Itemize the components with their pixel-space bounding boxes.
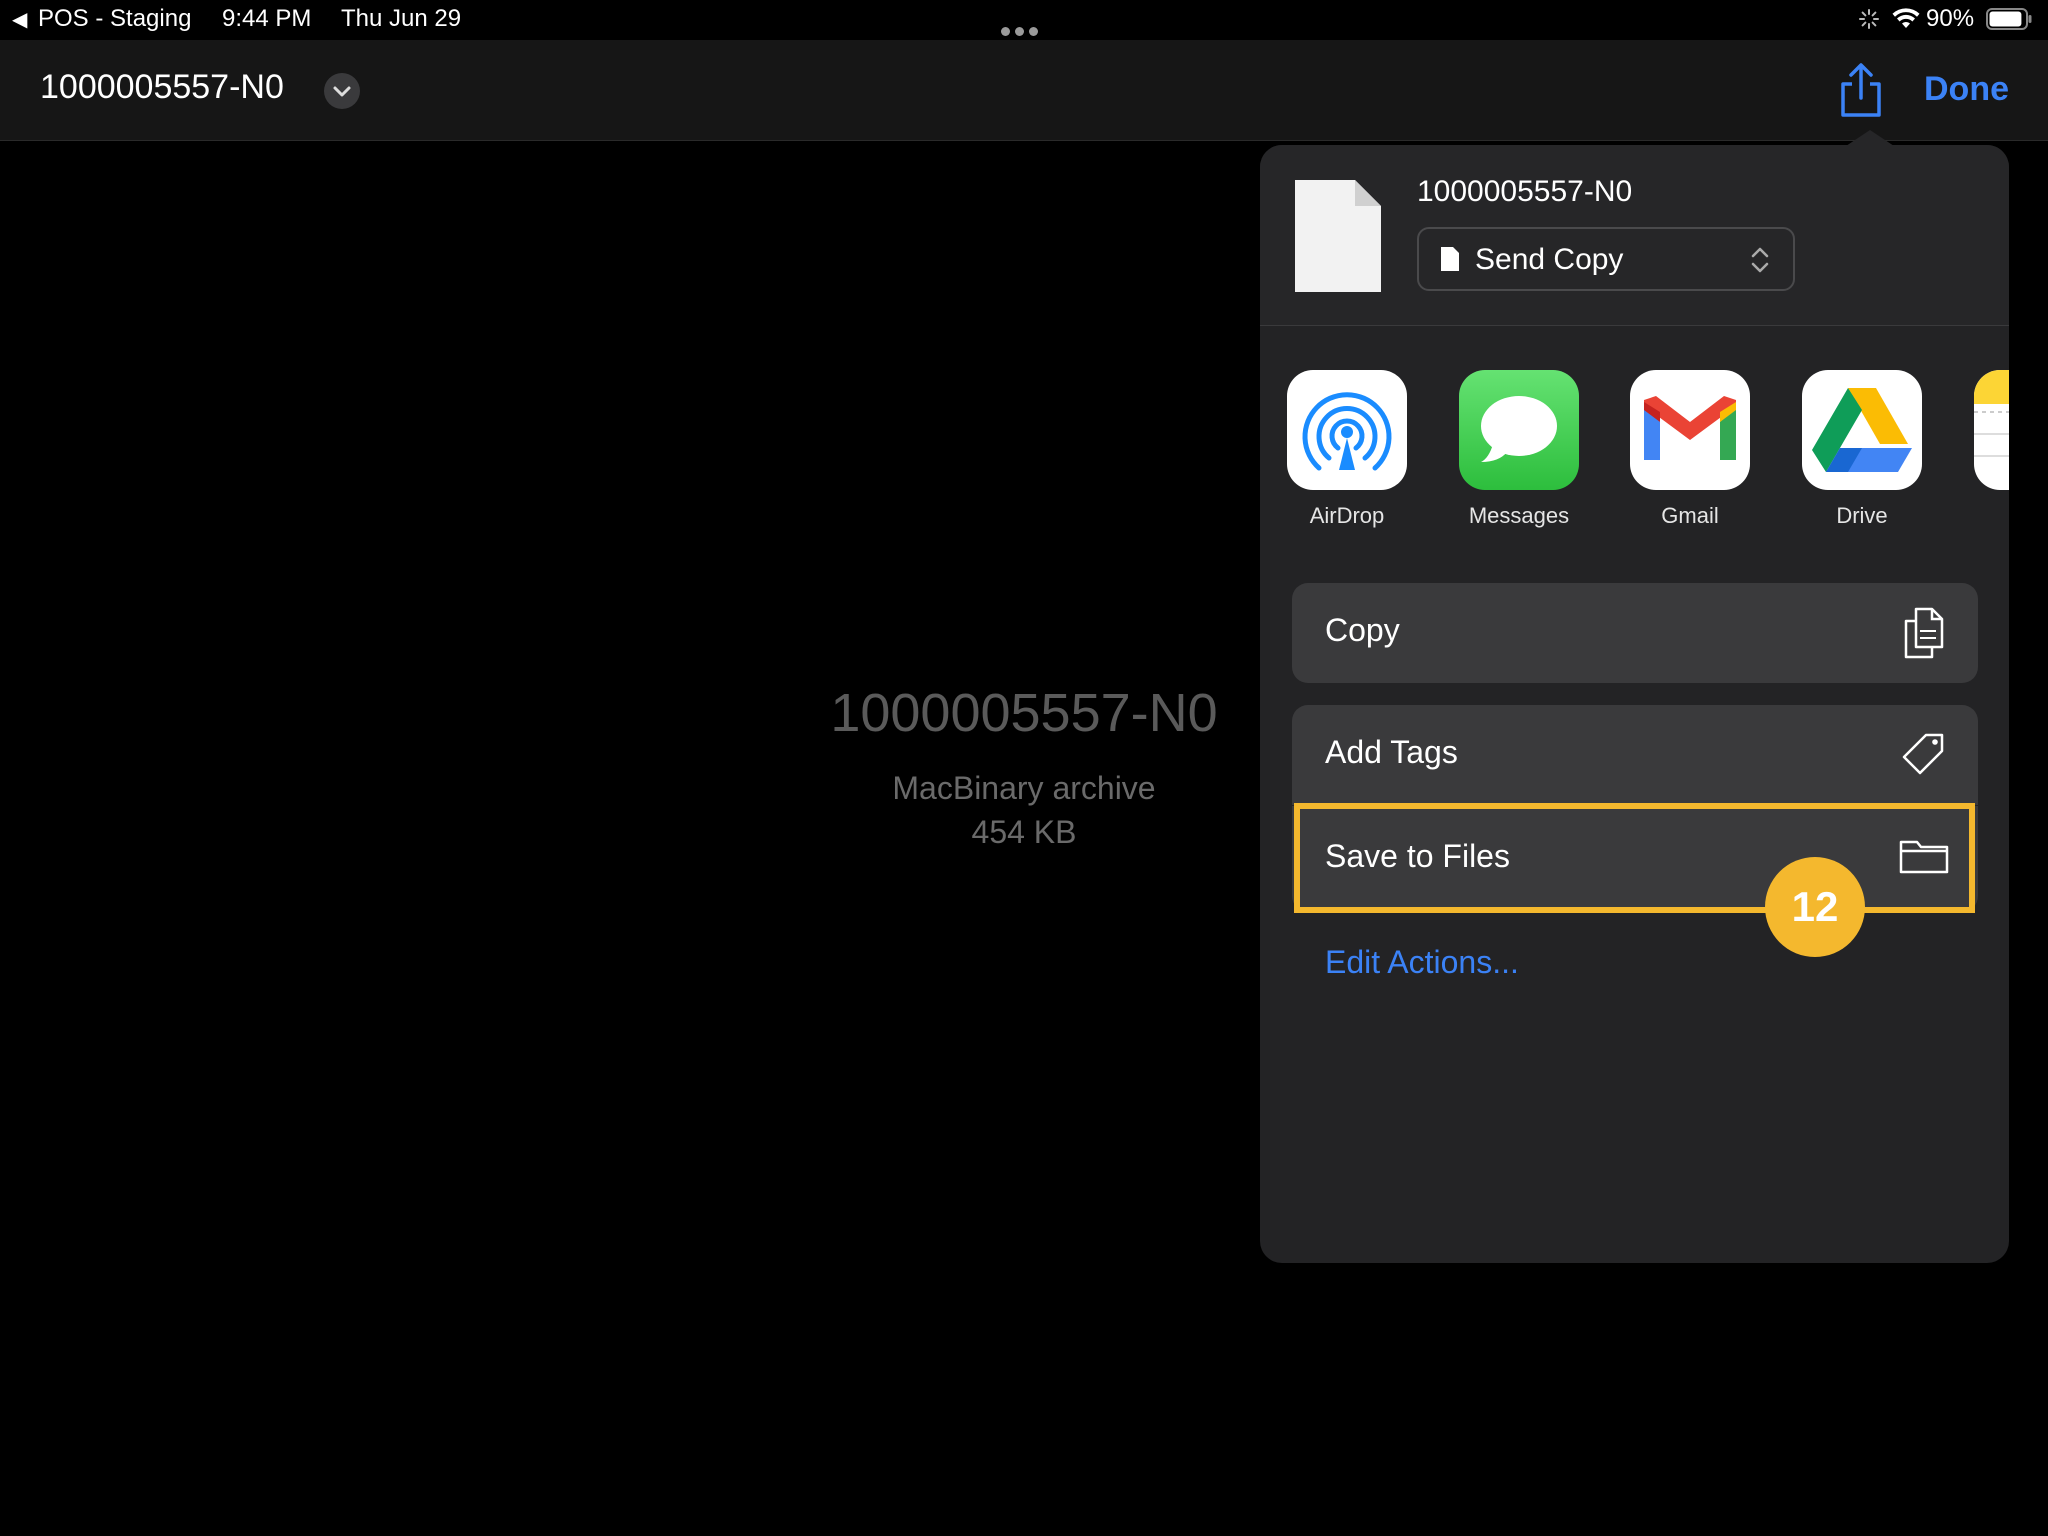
app-name: AirDrop [1309,503,1385,528]
app-notes[interactable]: N [1947,370,2009,530]
tag-icon [1902,733,1944,775]
action-label: Copy [1325,612,1400,648]
app-name: Drive [1836,503,1888,528]
action-label: Add Tags [1325,734,1458,770]
messages-icon[interactable] [1459,370,1579,490]
send-mode-label: Send Copy [1475,243,1624,276]
share-icon[interactable] [1836,62,1886,118]
file-thumbnail-icon [1295,180,1381,292]
status-time: 9:44 PM [222,5,312,32]
preview-file-kind: MacBinary archive [892,770,1156,806]
document-icon [1441,247,1459,271]
back-to-app-label[interactable]: POS - Staging [38,5,191,33]
activity-spinner-icon [1859,9,1879,29]
app-name: Gmail [1661,503,1719,528]
step-number-badge: 12 [1765,857,1865,957]
drive-icon[interactable] [1802,370,1922,490]
battery-percent: 90% [1926,5,1975,32]
app-name: Messages [1468,503,1570,528]
app-gmail[interactable]: Gmail [1603,370,1753,530]
edit-actions-link[interactable]: Edit Actions... [1325,944,1519,981]
copy-icon [1904,607,1944,659]
preview-file-size: 454 KB [971,814,1077,850]
wifi-icon [1892,8,1920,28]
app-airdrop[interactable]: AirDrop [1260,370,1410,530]
share-sheet-header: 1000005557-N0 Send Copy [1260,145,2009,326]
app-name: N [1947,503,2009,529]
done-button[interactable]: Done [1924,70,2009,109]
notes-icon[interactable] [1974,370,2009,490]
copy-action[interactable]: Copy [1292,583,1978,683]
highlight-box [1294,803,1975,913]
share-sheet: 1000005557-N0 Send Copy AirDrop Messages… [1260,145,2009,1263]
send-mode-selector[interactable]: Send Copy [1417,227,1795,291]
airdrop-icon[interactable] [1287,370,1407,490]
back-to-app-arrow[interactable]: ◀ [12,7,27,32]
share-file-name: 1000005557-N0 [1417,175,1633,208]
add-tags-action[interactable]: Add Tags [1292,705,1978,805]
gmail-icon[interactable] [1630,370,1750,490]
multitasking-dots-icon[interactable] [1001,15,1045,36]
status-date: Thu Jun 29 [341,5,462,32]
chevron-up-down-icon [1751,247,1769,273]
status-bar: ◀ POS - Staging 9:44 PM Thu Jun 29 90% [0,0,2048,40]
app-row: AirDrop Messages Gmail Drive [1260,370,2009,530]
preview-file-name: 1000005557-N0 [830,683,1218,743]
app-drive[interactable]: Drive [1775,370,1925,530]
title-menu-chevron-icon[interactable] [324,73,360,109]
battery-icon [1986,8,2032,30]
popover-arrow [1846,130,1894,146]
document-title[interactable]: 1000005557-N0 [40,68,284,107]
navigation-bar: 1000005557-N0 Done [0,40,2048,141]
app-messages[interactable]: Messages [1432,370,1582,530]
